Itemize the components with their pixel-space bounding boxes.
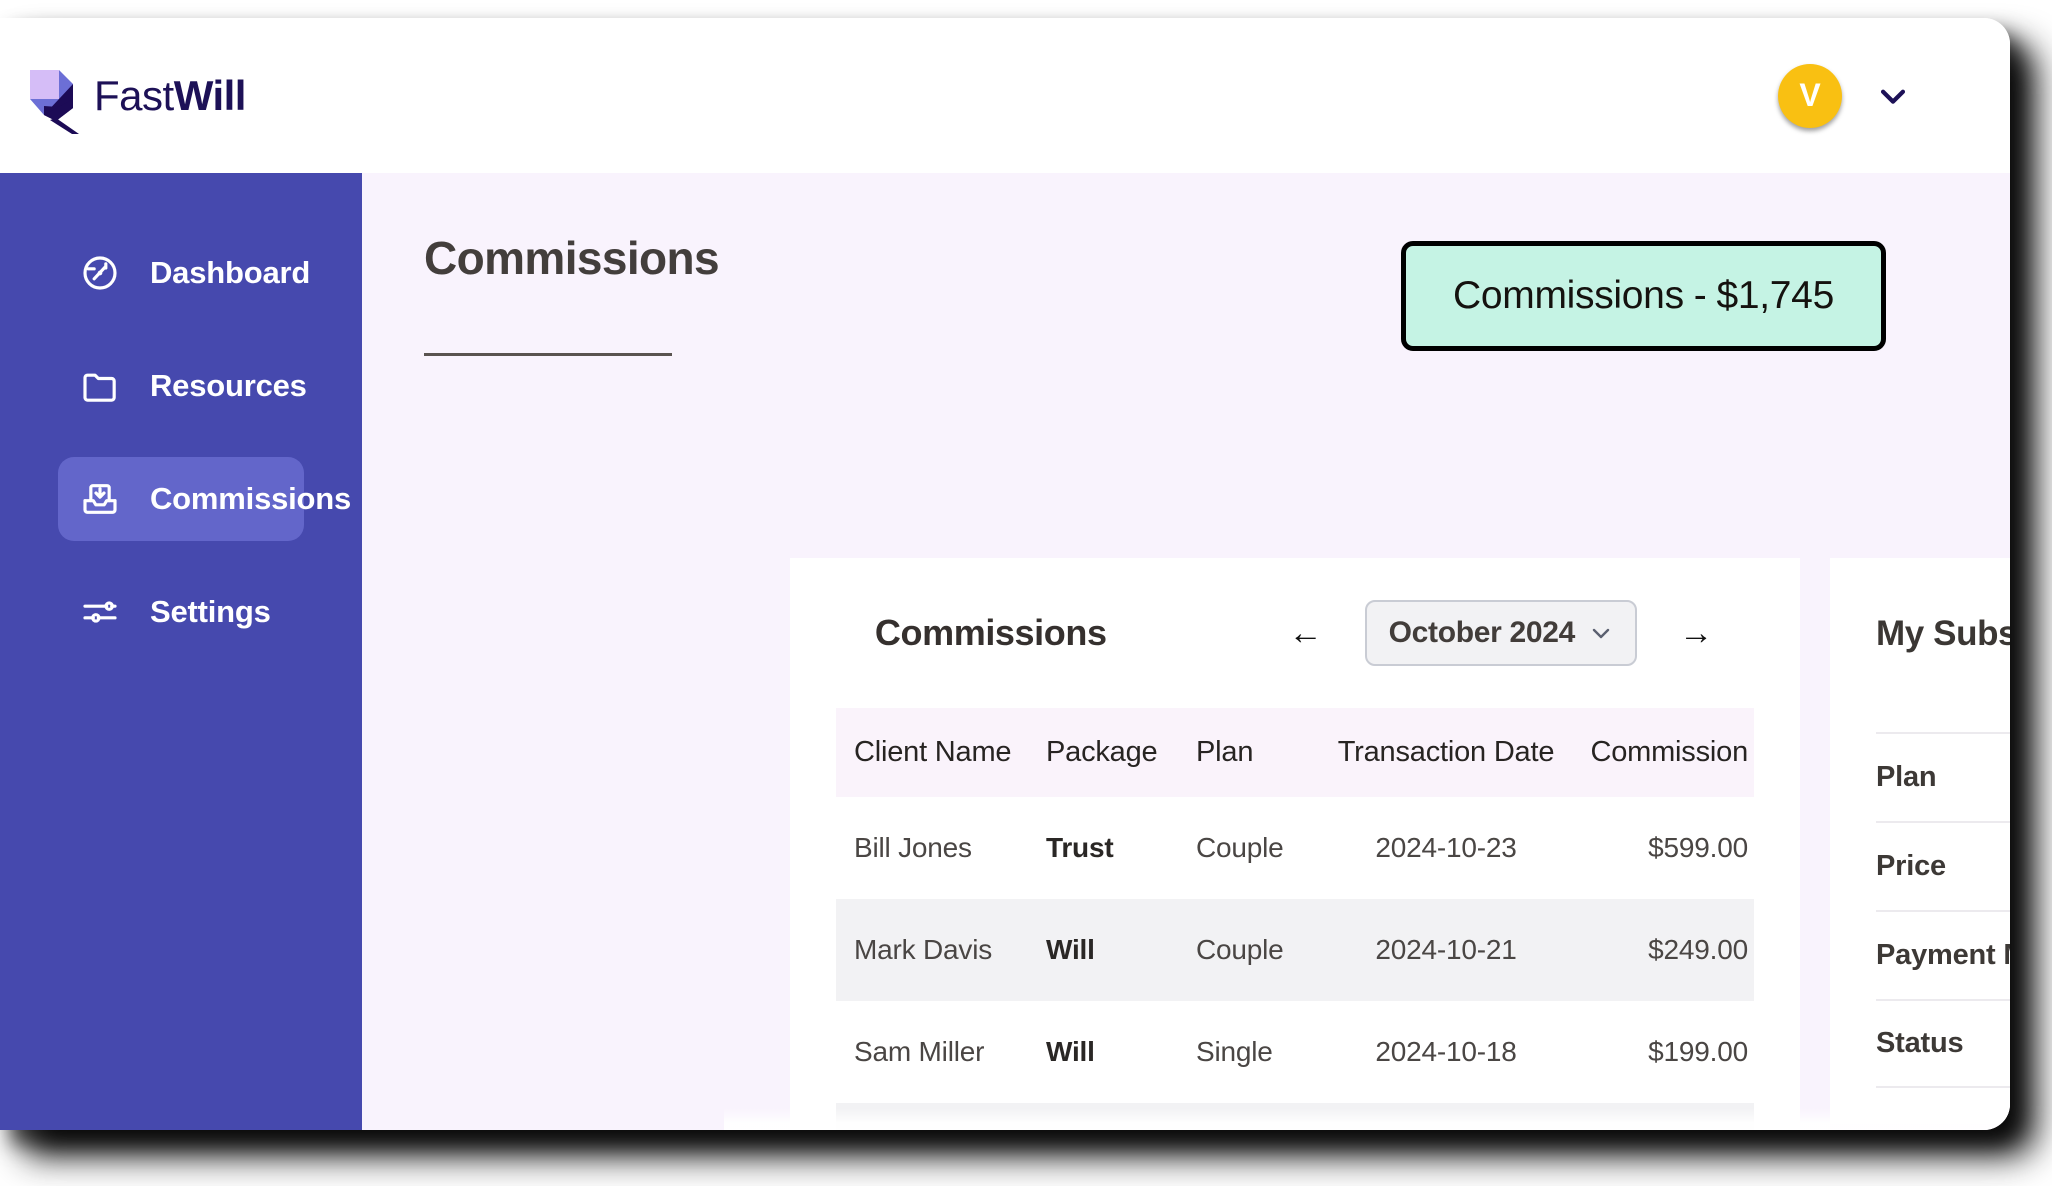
cell-plan: Single — [1196, 1036, 1273, 1067]
cell-client-name: Mark Davis — [836, 899, 1046, 1001]
cell-package: Trust — [1046, 1103, 1196, 1130]
column-header-transaction-date[interactable]: Transaction Date — [1326, 708, 1566, 797]
table-row[interactable]: Bill Jones Trust Couple 2024-10-23 $599.… — [836, 797, 1754, 899]
table-header: Client Name Package Plan Transaction Dat… — [836, 708, 1754, 797]
user-menu[interactable]: V — [1778, 63, 1910, 128]
sidebar-item-label: Dashboard — [150, 255, 311, 290]
cell-package: Trust — [1046, 832, 1114, 863]
cell-date: 2024-10-18 — [1326, 1103, 1566, 1130]
subscription-row-plan: Plan Individual — [1876, 732, 2010, 821]
cell-commission: $249.00 — [1566, 899, 1754, 1001]
cell-package: Will — [1046, 899, 1196, 1001]
quill-feather-logo-icon — [30, 69, 79, 134]
cell-commission: $499.00 — [1566, 1103, 1754, 1130]
table-toolbar: Commissions ← October 2024 → — [790, 558, 1800, 708]
cell-date: 2024-10-23 — [1375, 832, 1517, 863]
brand-name-light: Fast — [94, 71, 174, 119]
sidebar-item-dashboard[interactable]: Dashboard — [58, 231, 310, 315]
next-month-button[interactable]: → — [1677, 616, 1715, 650]
subscription-row-payment-method: Payment Method VISA 4242 — [1876, 910, 2010, 999]
commission-badge-label: Commissions — [1453, 274, 1684, 317]
brand-logo[interactable]: FastWill — [16, 58, 246, 134]
subscription-card: My Subscription Plan Individual Price $2… — [1830, 558, 2010, 1124]
commission-badge-separator: - — [1693, 274, 1707, 317]
commissions-table-card: Commissions ← October 2024 → Client Name… — [790, 558, 1800, 1130]
column-header-commission[interactable]: Commission — [1566, 708, 1754, 797]
subscription-label: Payment Method — [1876, 939, 2010, 971]
commission-total-badge: Commissions - $1,745 — [1401, 241, 1886, 351]
top-bar: FastWill V — [0, 18, 2010, 173]
cell-client-name: Bill Jones — [854, 832, 972, 863]
table-row[interactable]: Lauren Smith Trust Single 2024-10-18 $49… — [836, 1103, 1754, 1130]
cell-plan: Couple — [1196, 832, 1284, 863]
subscription-title: My Subscription — [1876, 614, 2010, 653]
sidebar: Dashboard Resources Commissions Settings — [0, 173, 362, 1130]
table-title: Commissions — [874, 612, 1107, 653]
subscription-row-status: Status Active — [1876, 999, 2010, 1088]
chevron-down-icon[interactable] — [1876, 79, 1910, 113]
page-header: Commissions Commissions - $1,745 — [424, 231, 1944, 361]
tab-indicator — [424, 353, 672, 356]
sidebar-item-label: Settings — [150, 594, 271, 629]
cell-client-name: Sam Miller — [854, 1036, 985, 1067]
sidebar-item-commissions[interactable]: Commissions — [58, 457, 351, 541]
sidebar-item-label: Commissions — [150, 481, 352, 516]
inbox-download-icon — [83, 484, 117, 514]
subscription-label: Price — [1876, 850, 1946, 882]
cell-plan: Single — [1196, 1103, 1326, 1130]
cell-date: 2024-10-18 — [1375, 1036, 1517, 1067]
subscription-label: Plan — [1876, 761, 1937, 793]
sliders-icon — [83, 601, 117, 623]
folder-icon — [83, 373, 116, 402]
cell-package: Will — [1046, 1036, 1095, 1067]
cell-plan: Couple — [1196, 899, 1326, 1001]
app-window: FastWill V Dashboard Resources Commissio… — [0, 18, 2010, 1130]
cell-date: 2024-10-21 — [1326, 899, 1566, 1001]
cell-commission: $599.00 — [1648, 832, 1748, 863]
prev-month-button[interactable]: ← — [1287, 616, 1325, 650]
month-selector-value: October 2024 — [1388, 616, 1576, 649]
subscription-label: Status — [1876, 1027, 1964, 1059]
table-row[interactable]: Mark Davis Will Couple 2024-10-21 $249.0… — [836, 899, 1754, 1001]
brand-name-bold: Will — [173, 71, 247, 119]
sidebar-item-resources[interactable]: Resources — [58, 344, 307, 428]
table-body: Bill Jones Trust Couple 2024-10-23 $599.… — [836, 797, 1754, 1130]
commissions-table: Client Name Package Plan Transaction Dat… — [836, 708, 1754, 1130]
main-content: Commissions Commissions - $1,745 Commiss… — [362, 173, 2010, 1130]
column-header-client-name[interactable]: Client Name — [836, 708, 1046, 797]
brand-name: FastWill — [94, 72, 246, 120]
subscription-row-price: Price $299/month — [1876, 821, 2010, 910]
gauge-icon — [83, 256, 117, 290]
sidebar-item-label: Resources — [150, 368, 307, 403]
sidebar-item-settings[interactable]: Settings — [58, 570, 304, 654]
table-header-row: Client Name Package Plan Transaction Dat… — [836, 708, 1754, 797]
avatar[interactable]: V — [1778, 63, 1842, 128]
chevron-down-icon — [1592, 628, 1610, 639]
cell-client-name: Lauren Smith — [836, 1103, 1046, 1130]
column-header-package[interactable]: Package — [1046, 708, 1196, 797]
column-header-plan[interactable]: Plan — [1196, 708, 1326, 797]
commission-badge-amount: $1,745 — [1716, 274, 1834, 317]
table-row[interactable]: Sam Miller Will Single 2024-10-18 $199.0… — [836, 1001, 1754, 1103]
month-selector[interactable]: October 2024 — [1364, 600, 1638, 666]
cell-commission: $199.00 — [1648, 1036, 1748, 1067]
